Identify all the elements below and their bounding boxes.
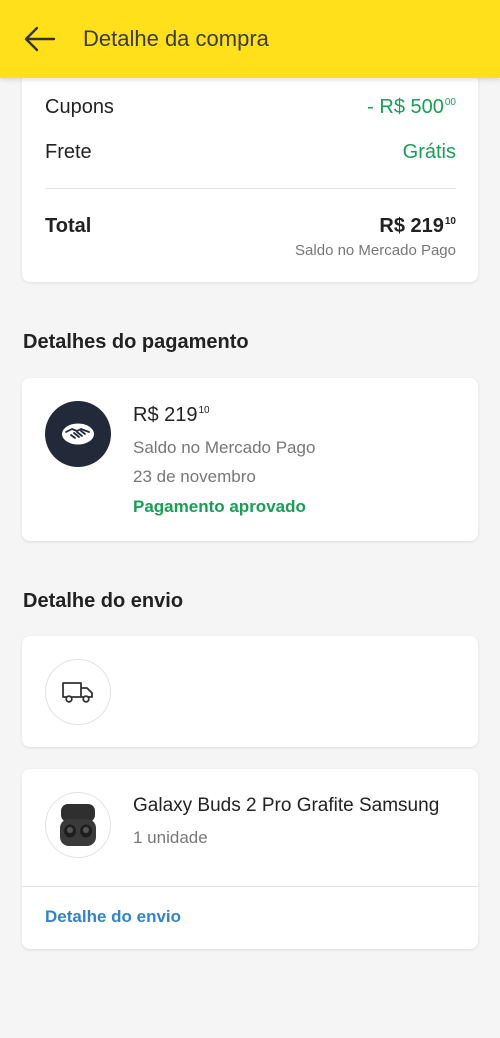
payment-method: Saldo no Mercado Pago	[133, 438, 316, 457]
payment-details: R$ 21910 Saldo no Mercado Pago 23 de nov…	[133, 404, 315, 517]
handshake-icon	[62, 423, 94, 445]
arrow-left-icon	[24, 26, 56, 52]
back-button[interactable]	[20, 19, 60, 59]
payment-card: R$ 21910 Saldo no Mercado Pago 23 de nov…	[22, 378, 478, 541]
shipping-section-title: Detalhe do envio	[23, 590, 184, 612]
total-payment-source: Saldo no Mercado Pago	[295, 242, 456, 259]
summary-divider	[45, 188, 456, 189]
coupons-amount: - R$ 50000	[367, 96, 456, 119]
product-card[interactable]: Galaxy Buds 2 Pro Grafite Samsung 1 unid…	[22, 769, 478, 949]
product-thumbnail	[45, 792, 111, 858]
order-summary-card: Cupons - R$ 50000 Frete Grátis Total R$ …	[22, 60, 478, 282]
payment-amount-cents: 10	[198, 405, 210, 416]
truck-icon	[62, 682, 93, 703]
shipping-label: Frete	[45, 141, 92, 163]
total-row: Total R$ 21910	[45, 215, 456, 238]
payment-amount: R$ 21910	[133, 404, 315, 427]
coupons-label: Cupons	[45, 96, 114, 118]
product-divider	[22, 886, 478, 887]
payment-date: 23 de novembro	[133, 467, 256, 486]
earbuds-case-icon	[60, 804, 96, 846]
shipping-row: Frete Grátis	[45, 141, 456, 164]
payment-status: Pagamento aprovado	[133, 497, 306, 516]
total-amount-main: R$ 219	[379, 215, 444, 237]
coupons-amount-main: - R$ 500	[367, 96, 444, 118]
app-header: Detalhe da compra	[0, 0, 500, 78]
product-quantity: 1 unidade	[133, 828, 208, 847]
shipping-icon-circle	[45, 659, 111, 725]
page-title: Detalhe da compra	[83, 26, 269, 51]
shipping-detail-link[interactable]: Detalhe do envio	[45, 907, 181, 927]
shipping-value: Grátis	[402, 141, 456, 163]
total-amount-cents: 10	[444, 216, 456, 227]
coupons-row: Cupons - R$ 50000	[45, 96, 456, 119]
total-label: Total	[45, 215, 92, 237]
product-name: Galaxy Buds 2 Pro Grafite Samsung	[133, 795, 440, 816]
coupons-amount-cents: 00	[444, 97, 456, 108]
payment-amount-main: R$ 219	[133, 404, 198, 426]
total-amount: R$ 21910	[379, 215, 456, 238]
payment-section-title: Detalhes do pagamento	[23, 331, 249, 353]
shipping-card	[22, 636, 478, 747]
payment-icon-circle	[45, 401, 111, 467]
